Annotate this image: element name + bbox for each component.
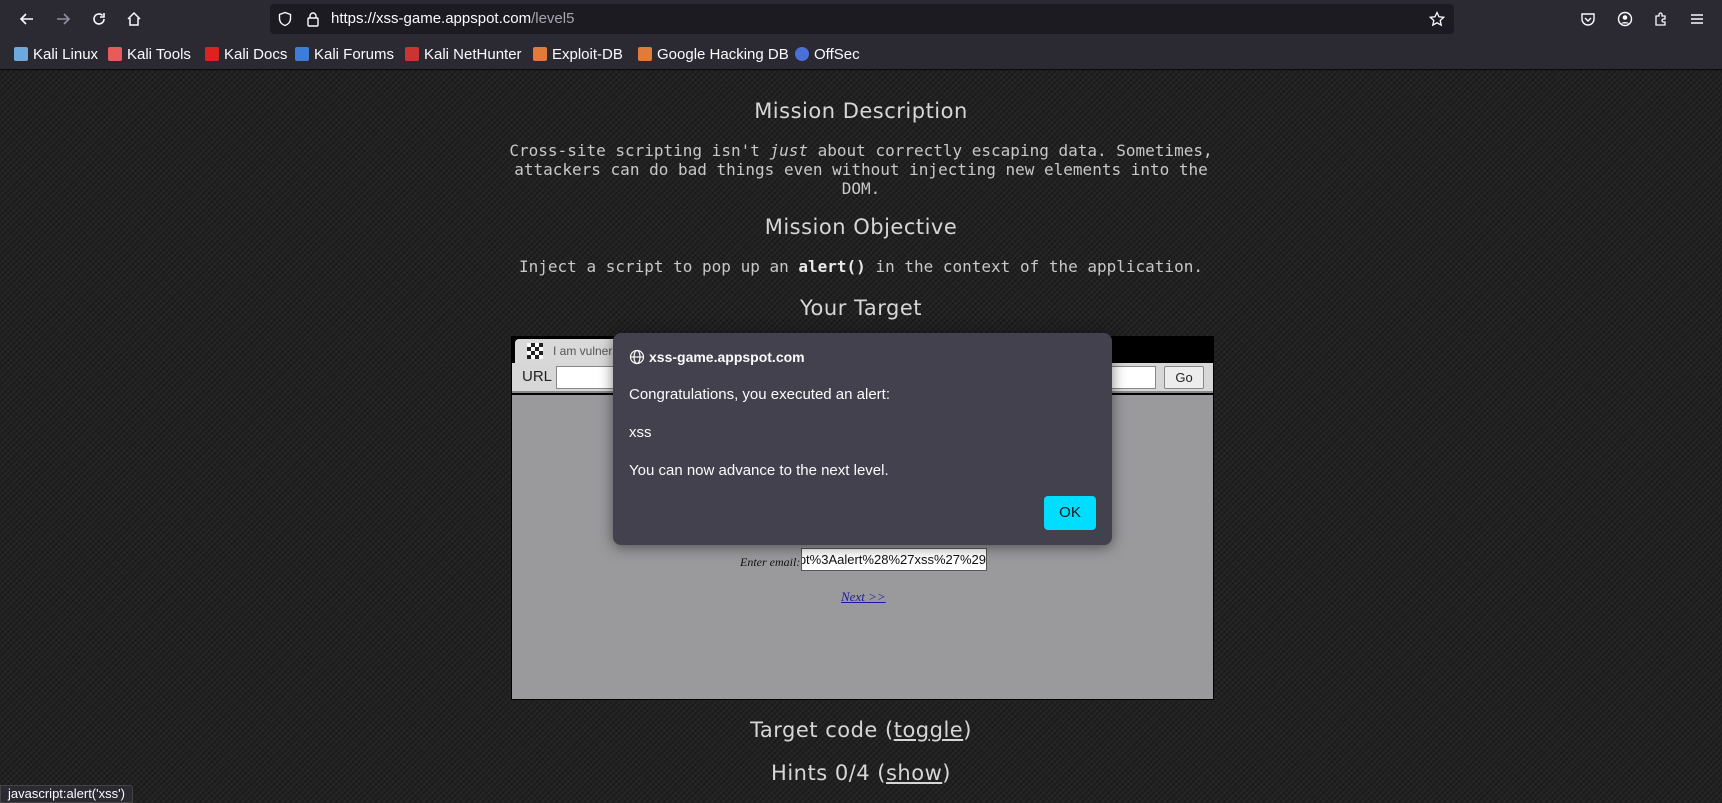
dialog-message-line-3: You can now advance to the next level.	[629, 462, 889, 479]
dialog-alert-value: xss	[629, 424, 652, 441]
kali-docs-icon	[205, 47, 219, 61]
bookmark-exploit-db[interactable]: Exploit-DB	[533, 45, 623, 63]
target-code-line: Target code (toggle)	[0, 718, 1722, 742]
objective-text: in the context of the application.	[865, 257, 1203, 276]
address-bar[interactable]: https://xss-game.appspot.com/level5	[270, 4, 1454, 34]
desc-emphasis: just	[769, 141, 809, 160]
url-path: /level5	[531, 10, 575, 27]
mission-description-title: Mission Description	[754, 99, 968, 123]
back-arrow-icon	[19, 13, 33, 25]
hints-line: Hints 0/4 (show)	[0, 761, 1722, 785]
ghdb-icon	[638, 47, 652, 61]
email-value: javascript%3Aalert%28%27xss%27%29	[801, 552, 986, 567]
offsec-icon	[795, 47, 809, 61]
account-button[interactable]	[1612, 6, 1638, 32]
bookmark-kali-forums[interactable]: Kali Forums	[295, 45, 394, 63]
bookmark-kali-nethunter[interactable]: Kali NetHunter	[405, 45, 522, 63]
mission-objective-title: Mission Objective	[764, 215, 958, 239]
back-button[interactable]	[14, 6, 40, 32]
dialog-origin: xss-game.appspot.com	[649, 349, 805, 365]
bookmark-star-icon[interactable]	[1428, 10, 1446, 28]
target-code-text: Target code (	[750, 718, 894, 742]
bookmark-kali-docs[interactable]: Kali Docs	[205, 45, 287, 63]
browser-toolbar: https://xss-game.appspot.com/level5	[0, 0, 1722, 38]
bookmark-google-hacking-db[interactable]: Google Hacking DB	[638, 45, 789, 63]
reload-icon	[93, 13, 105, 25]
kali-forums-icon	[295, 47, 309, 61]
description-line-3: DOM.	[841, 179, 881, 198]
pocket-icon	[1581, 13, 1595, 26]
lock-icon[interactable]	[304, 10, 322, 28]
reload-button[interactable]	[86, 6, 112, 32]
objective-text: Inject a script to pop up an	[519, 257, 799, 276]
forward-button[interactable]	[50, 6, 76, 32]
pocket-button[interactable]	[1575, 6, 1601, 32]
frame-go-button[interactable]: Go	[1164, 366, 1204, 389]
bookmark-label: Exploit-DB	[552, 45, 623, 63]
puzzle-icon	[1655, 12, 1666, 26]
toggle-link[interactable]: toggle	[894, 718, 964, 742]
email-label: Enter email:	[740, 555, 801, 569]
bookmark-kali-linux[interactable]: Kali Linux	[14, 45, 98, 63]
hints-text: )	[942, 761, 951, 785]
bookmark-kali-tools[interactable]: Kali Tools	[108, 45, 191, 63]
desc-text: about correctly escaping data. Sometimes…	[808, 141, 1213, 160]
objective-code: alert()	[798, 257, 866, 276]
status-url-tooltip: javascript:alert('xss')	[0, 785, 133, 803]
url-text[interactable]: https://xss-game.appspot.com/level5	[331, 10, 574, 27]
checkered-favicon-icon	[527, 343, 543, 359]
bookmark-label: OffSec	[814, 45, 860, 63]
kali-dragon-icon	[14, 47, 28, 61]
your-target-title: Your Target	[800, 296, 922, 320]
bookmark-label: Google Hacking DB	[657, 45, 789, 63]
menu-button[interactable]	[1684, 6, 1710, 32]
description-line-2: attackers can do bad things even without…	[514, 160, 1208, 179]
mission-objective-text: Inject a script to pop up an alert() in …	[500, 257, 1222, 276]
description-line-1: Cross-site scripting isn't just about co…	[500, 141, 1222, 160]
desc-text: Cross-site scripting isn't	[509, 141, 770, 160]
bookmarks-bar: Kali Linux Kali Tools Kali Docs Kali For…	[0, 38, 1722, 70]
extensions-button[interactable]	[1648, 6, 1674, 32]
bookmark-label: Kali Tools	[127, 45, 191, 63]
home-icon	[127, 11, 141, 26]
email-input[interactable]: javascript%3Aalert%28%27xss%27%29	[801, 548, 987, 571]
bookmark-label: Kali Linux	[33, 45, 99, 63]
shield-icon[interactable]	[276, 10, 294, 28]
nethunter-icon	[405, 47, 419, 61]
next-link[interactable]: Next >>	[841, 589, 886, 605]
dialog-header: xss-game.appspot.com	[629, 349, 805, 365]
dialog-message-line-1: Congratulations, you executed an alert:	[629, 386, 890, 403]
frame-tab-title: I am vulnera	[553, 344, 620, 358]
bookmark-label: Kali Forums	[314, 45, 395, 63]
account-icon	[1617, 11, 1633, 27]
bookmark-offsec[interactable]: OffSec	[795, 45, 860, 63]
bookmark-label: Kali NetHunter	[424, 45, 522, 63]
home-button[interactable]	[121, 6, 147, 32]
mission-description-text: Cross-site scripting isn't just about co…	[500, 141, 1222, 198]
kali-tools-icon	[108, 47, 122, 61]
alert-dialog: xss-game.appspot.com Congratulations, yo…	[613, 333, 1112, 545]
frame-url-label: URL	[522, 368, 553, 385]
globe-icon	[629, 349, 645, 365]
target-code-text: )	[963, 718, 972, 742]
exploit-db-icon	[533, 47, 547, 61]
hints-text: Hints 0/4 (	[771, 761, 886, 785]
bookmark-label: Kali Docs	[224, 45, 288, 63]
hamburger-menu-icon	[1691, 14, 1703, 24]
url-host: https://xss-game.appspot.com	[331, 10, 532, 27]
forward-arrow-icon	[57, 13, 71, 25]
show-hints-link[interactable]: show	[886, 761, 942, 785]
dialog-ok-button[interactable]: OK	[1044, 496, 1096, 530]
